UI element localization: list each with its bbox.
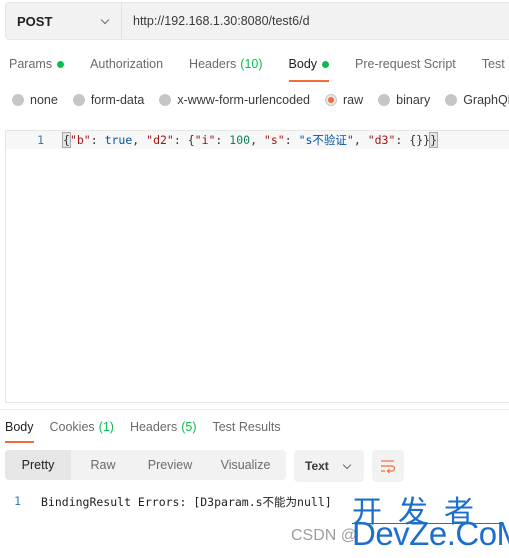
radio-icon	[159, 94, 172, 106]
line-number: 1	[37, 133, 44, 147]
tab-params[interactable]: Params	[0, 50, 73, 78]
response-tabs: Body Cookies (1) Headers (5) Test Result…	[0, 416, 292, 443]
view-mode-group: Pretty Raw Preview Visualize	[5, 450, 286, 480]
tab-label: Body	[288, 57, 318, 71]
radio-label: GraphQL	[463, 93, 509, 107]
token-key: "i"	[194, 133, 216, 147]
body-type-radio-group: none form-data x-www-form-urlencoded raw…	[12, 93, 509, 107]
view-preview-button[interactable]: Preview	[135, 450, 205, 480]
response-tab-headers[interactable]: Headers (5)	[125, 416, 202, 438]
code-line: 1 {"b": true, "d2": {"i": 100, "s": "s不验…	[6, 131, 509, 149]
tab-count: (5)	[181, 420, 197, 434]
radio-label: x-www-form-urlencoded	[177, 93, 310, 107]
token-punct: :	[215, 133, 230, 147]
tab-count: (1)	[98, 420, 114, 434]
wrap-lines-button[interactable]	[372, 450, 404, 482]
radio-checked-icon	[325, 94, 337, 106]
token-brace: }	[429, 132, 438, 148]
token-punct: :	[284, 133, 299, 147]
radio-label: binary	[396, 93, 431, 107]
radio-binary[interactable]: binary	[378, 93, 430, 107]
tab-headers[interactable]: Headers (10)	[180, 50, 271, 78]
token-key: "b"	[69, 133, 91, 147]
wrap-lines-icon	[381, 460, 396, 473]
view-raw-button[interactable]: Raw	[71, 450, 135, 480]
token-string: "s不验证"	[298, 133, 354, 147]
view-pretty-button[interactable]: Pretty	[5, 450, 71, 480]
status-dot-icon	[57, 60, 65, 68]
format-select[interactable]: Text	[294, 450, 364, 482]
token-key: "d3"	[367, 133, 396, 147]
line-number: 1	[14, 494, 21, 508]
request-body-editor[interactable]: 1 {"b": true, "d2": {"i": 100, "s": "s不验…	[5, 130, 509, 403]
radio-graphql[interactable]: GraphQL	[445, 93, 509, 107]
view-visualize-button[interactable]: Visualize	[205, 450, 286, 480]
token-punct: ,	[250, 133, 264, 147]
token-punct: ,	[132, 133, 147, 147]
tab-label: Test Results	[212, 420, 281, 434]
tab-body[interactable]: Body	[280, 50, 339, 82]
token-key: "s"	[263, 133, 285, 147]
format-label: Text	[305, 459, 329, 473]
tab-label: Pre-request Script	[355, 57, 456, 71]
tab-label: Body	[5, 420, 34, 434]
tab-pre-request-script[interactable]: Pre-request Script	[346, 50, 465, 78]
token-punct: ,	[353, 133, 368, 147]
tab-label: Params	[9, 57, 53, 71]
radio-icon	[378, 94, 391, 106]
tab-authorization[interactable]: Authorization	[81, 50, 172, 78]
radio-none[interactable]: none	[12, 93, 58, 107]
response-line: 1 BindingResult Errors: [D3param.s不能为nul…	[0, 494, 332, 510]
radio-label: raw	[343, 93, 364, 107]
token-bool: true	[104, 133, 133, 147]
status-dot-icon	[322, 60, 330, 68]
radio-x-www-form-urlencoded[interactable]: x-www-form-urlencoded	[159, 93, 310, 107]
tab-label: Test	[481, 57, 505, 71]
request-bar: POST http://192.168.1.30:8080/test6/d	[5, 2, 509, 40]
request-tabs: Params Authorization Headers (10) Body P…	[0, 50, 509, 82]
tab-tests[interactable]: Test	[473, 50, 509, 78]
radio-label: none	[30, 93, 58, 107]
token-punct: :	[173, 133, 188, 147]
tab-label: Headers	[129, 420, 178, 434]
url-input[interactable]: http://192.168.1.30:8080/test6/d	[122, 3, 509, 39]
token-brace: {}	[409, 133, 424, 147]
watermark-en: DevZe.CoM	[352, 515, 509, 552]
radio-form-data[interactable]: form-data	[72, 93, 145, 107]
token-punct: :	[395, 133, 410, 147]
watermark-csdn: CSDN @	[291, 527, 358, 544]
radio-icon	[445, 94, 458, 106]
code-text: {"b": true, "d2": {"i": 100, "s": "s不验证"…	[62, 132, 438, 148]
token-brace: {	[187, 133, 195, 147]
radio-raw[interactable]: raw	[325, 93, 363, 107]
pane-divider[interactable]	[0, 409, 509, 410]
chevron-down-icon	[342, 461, 352, 471]
chevron-down-icon	[100, 16, 110, 26]
token-key: "d2"	[146, 133, 174, 147]
method-select[interactable]: POST	[6, 3, 122, 39]
response-tab-test-results[interactable]: Test Results	[207, 416, 285, 438]
tab-count: (10)	[240, 57, 263, 71]
tab-label: Cookies	[49, 420, 95, 434]
response-tab-body[interactable]: Body	[0, 416, 39, 443]
radio-icon	[72, 94, 85, 106]
method-label: POST	[17, 13, 53, 29]
token-brace: {	[62, 132, 71, 148]
response-tab-cookies[interactable]: Cookies (1)	[45, 416, 119, 438]
radio-icon	[12, 94, 24, 106]
token-number: 100	[229, 133, 251, 147]
tab-label: Headers	[189, 57, 237, 71]
radio-label: form-data	[90, 93, 145, 107]
response-text: BindingResult Errors: [D3param.s不能为null]	[41, 495, 332, 509]
tab-label: Authorization	[90, 57, 164, 71]
token-punct: :	[90, 133, 105, 147]
